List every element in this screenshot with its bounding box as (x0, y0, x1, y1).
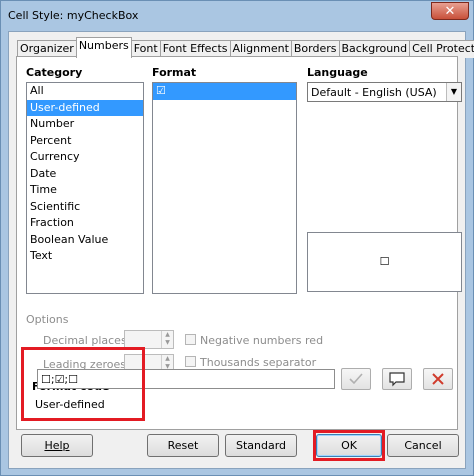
standard-button[interactable]: Standard (225, 434, 297, 457)
thousands-separator-label: Thousands separator (200, 356, 317, 369)
edit-comment-button[interactable] (382, 368, 412, 390)
language-label: Language (307, 66, 368, 79)
category-item-fraction[interactable]: Fraction (27, 215, 143, 232)
cancel-button-label: Cancel (404, 439, 442, 452)
category-item-all[interactable]: All (27, 83, 143, 100)
dialog-client: Organizer Numbers Font Font Effects Alig… (8, 31, 474, 469)
options-label: Options (26, 313, 69, 326)
category-item-user-defined[interactable]: User-defined (27, 99, 143, 116)
checkmark-icon (349, 373, 363, 385)
ok-button[interactable]: OK (316, 434, 382, 457)
close-button[interactable]: ✕ (431, 2, 469, 20)
category-item-boolean[interactable]: Boolean Value (27, 232, 143, 249)
preview-text: ☐ (379, 255, 390, 268)
language-value: Default - English (USA) (311, 86, 437, 99)
category-item-scientific[interactable]: Scientific (27, 199, 143, 216)
chevron-down-icon[interactable]: ▼ (446, 83, 461, 101)
format-list[interactable]: ☑ (152, 82, 297, 294)
delete-format-button[interactable] (423, 368, 453, 390)
close-icon: ✕ (444, 4, 456, 19)
category-item-date[interactable]: Date (27, 166, 143, 183)
negative-red-checkbox[interactable] (185, 334, 196, 345)
reset-button-label: Reset (167, 439, 199, 452)
dialog-window: Cell Style: myCheckBox ✕ Organizer Numbe… (0, 0, 474, 476)
category-label: Category (26, 66, 83, 79)
format-code-highlight (21, 347, 145, 421)
thousands-separator-checkbox[interactable] (185, 356, 196, 367)
reset-button[interactable]: Reset (147, 434, 219, 457)
negative-red-label: Negative numbers red (200, 334, 324, 347)
title-bar[interactable]: Cell Style: myCheckBox ✕ (1, 1, 473, 31)
ok-button-label: OK (341, 439, 357, 452)
category-item-time[interactable]: Time (27, 182, 143, 199)
category-item-text[interactable]: Text (27, 248, 143, 265)
language-dropdown[interactable]: Default - English (USA) ▼ (307, 82, 462, 102)
standard-button-label: Standard (235, 439, 287, 452)
tab-numbers[interactable]: Numbers (75, 37, 132, 58)
window-title: Cell Style: myCheckBox (8, 9, 139, 22)
tab-bar: Organizer Numbers Font Font Effects Alig… (17, 37, 474, 58)
format-item[interactable]: ☑ (153, 83, 296, 100)
category-item-currency[interactable]: Currency (27, 149, 143, 166)
add-format-button[interactable] (341, 368, 371, 390)
category-list[interactable]: All User-defined Number Percent Currency… (26, 82, 144, 294)
help-button[interactable]: Help (21, 434, 93, 457)
format-preview: ☐ (307, 232, 462, 292)
spinner-arrows-icon[interactable]: ▲ ▼ (161, 331, 173, 348)
decimal-places-label: Decimal places: (43, 334, 131, 347)
comment-icon (389, 372, 405, 387)
format-label: Format (152, 66, 197, 79)
delete-x-icon (432, 373, 444, 385)
category-item-percent[interactable]: Percent (27, 133, 143, 150)
cancel-button[interactable]: Cancel (387, 434, 459, 457)
category-item-number[interactable]: Number (27, 116, 143, 133)
help-button-label: Help (44, 439, 70, 452)
